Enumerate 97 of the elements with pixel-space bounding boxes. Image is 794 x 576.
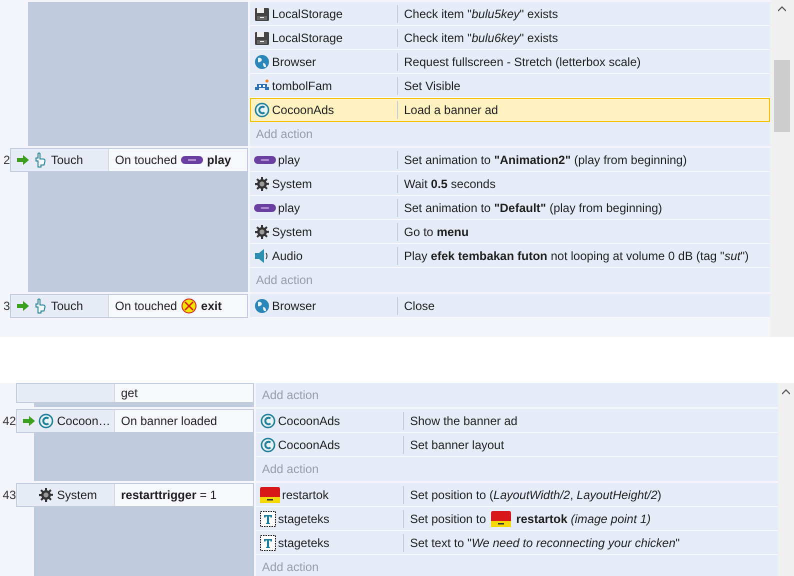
condition-row[interactable]: get: [16, 383, 254, 403]
action-text: Check item "bulu5key" exists: [404, 6, 558, 22]
action-text: Set animation to "Default" (play from beginning): [404, 200, 662, 216]
object-name: restartok: [282, 488, 329, 502]
caret-up-icon[interactable]: [778, 6, 786, 12]
action-text: Go to menu: [404, 224, 469, 240]
object-name: CocoonAds: [278, 414, 340, 428]
action-text: Close: [404, 298, 435, 314]
object-name: Touch: [51, 153, 84, 167]
gear-icon: [38, 487, 54, 503]
object-name: CocoonAds: [272, 103, 334, 117]
condition-row[interactable]: Touch On touched exit: [10, 294, 248, 318]
trigger-arrow-icon: [17, 155, 29, 165]
caret-up-icon[interactable]: [782, 389, 790, 395]
object-name: stageteks: [278, 536, 330, 550]
action-text: Check item "bulu6key" exists: [404, 30, 558, 46]
action-text: Set animation to "Animation2" (play from beginning): [404, 152, 687, 168]
condition-text: restarttrigger = 1: [121, 488, 217, 502]
c-logo-icon: [260, 437, 276, 453]
object-name: System: [272, 225, 312, 239]
object-name: LocalStorage: [272, 31, 343, 45]
line-number: 42: [2, 413, 16, 430]
text-object-icon: [260, 511, 276, 527]
action-text: Set position to: [410, 512, 486, 526]
scrollbar-thumb[interactable]: [774, 60, 790, 132]
condition-row[interactable]: System restarttrigger = 1: [16, 483, 254, 507]
action-text: Wait 0.5 seconds: [404, 176, 496, 192]
object-name: tombolFam: [272, 79, 332, 93]
action-text: Set Visible: [404, 78, 460, 94]
object-name: Touch: [51, 299, 84, 313]
scrollbar[interactable]: [770, 0, 794, 337]
cross-circle-icon: [181, 298, 198, 314]
action-row[interactable]: CocoonAds Show the banner ad: [256, 409, 778, 433]
action-row[interactable]: System Go to menu: [250, 220, 770, 244]
object-name: Browser: [272, 299, 316, 313]
trigger-arrow-icon: [17, 301, 29, 311]
storage-icon: [254, 30, 270, 46]
object-name: play: [278, 201, 300, 215]
globe-icon: [254, 54, 270, 70]
action-row[interactable]: stageteks Set text to "We need to reconnecting your chicken": [256, 531, 778, 555]
action-row[interactable]: CocoonAds Load a banner ad: [250, 98, 770, 122]
condition-row[interactable]: Touch On touched play: [10, 148, 248, 172]
action-row[interactable]: restartok Set position to (LayoutWidth/2, LayoutHeight/2): [256, 483, 778, 507]
action-text: restartok (image point 1): [516, 512, 651, 526]
text-object-icon: [260, 535, 276, 551]
c-logo-icon: [260, 413, 276, 429]
action-row[interactable]: LocalStorage Check item "bulu6key" exists: [250, 26, 770, 50]
trigger-arrow-icon: [23, 416, 35, 426]
action-text: Set text to "We need to reconnecting your chicken": [410, 536, 680, 550]
line-number: 43: [2, 487, 16, 504]
condition-row[interactable]: Cocoon… On banner loaded: [16, 409, 254, 433]
action-row[interactable]: play Set animation to "Animation2" (play from beginning): [250, 148, 770, 172]
action-row[interactable]: Browser Close: [250, 294, 770, 318]
condition-text: On banner loaded: [121, 414, 218, 428]
condition-text: On touched: [115, 153, 178, 167]
bar-icon: [254, 155, 276, 165]
action-text: Request fullscreen - Stretch (letterbox scale): [404, 54, 641, 70]
c-logo-icon: [254, 102, 270, 118]
action-row[interactable]: stageteks Set position to restartok (image point 1): [256, 507, 778, 531]
action-text: Play efek tembakan futon not looping at volume 0 dB (tag "sut"): [404, 248, 749, 264]
object-name: Cocoon…: [57, 414, 110, 428]
bar-icon: [181, 155, 204, 165]
action-row[interactable]: System Wait 0.5 seconds: [250, 172, 770, 196]
speaker-icon: [254, 248, 270, 264]
storage-icon: [254, 6, 270, 22]
sprite-icon: [491, 511, 512, 527]
object-name: CocoonAds: [278, 438, 340, 452]
action-row[interactable]: Audio Play efek tembakan futon not looping at volume 0 dB (tag "sut"): [250, 244, 770, 268]
line-number: 2: [2, 152, 10, 169]
object-name: Audio: [272, 249, 303, 263]
action-row[interactable]: LocalStorage Check item "bulu5key" exists: [250, 2, 770, 26]
action-text: Load a banner ad: [404, 102, 498, 118]
bar-icon: [254, 203, 276, 213]
action-row[interactable]: tombolFam Set Visible: [250, 74, 770, 98]
gear-icon: [254, 176, 270, 192]
object-name: play: [278, 153, 300, 167]
object-name: System: [57, 488, 98, 502]
condition-text: On touched: [115, 299, 178, 313]
gear-icon: [254, 224, 270, 240]
object-name: Browser: [272, 55, 316, 69]
globe-icon: [254, 298, 270, 314]
action-row[interactable]: Browser Request fullscreen - Stretch (letterbox scale): [250, 50, 770, 74]
parameter-name: exit: [201, 299, 222, 313]
action-row[interactable]: CocoonAds Set banner layout: [256, 433, 778, 457]
action-text: Set banner layout: [410, 438, 504, 452]
object-name: System: [272, 177, 312, 191]
line-number: 3: [2, 298, 10, 315]
scrollbar[interactable]: [778, 383, 794, 576]
parameter-name: play: [207, 153, 232, 167]
c-logo-icon: [38, 413, 54, 429]
sprite-icon: [260, 487, 280, 503]
action-text: Show the banner ad: [410, 414, 518, 428]
object-name: stageteks: [278, 512, 330, 526]
action-text: Set position to (LayoutWidth/2, LayoutHeight/2): [410, 488, 662, 502]
condition-text: get: [121, 386, 138, 400]
object-name: LocalStorage: [272, 7, 343, 21]
action-row[interactable]: play Set animation to "Default" (play from beginning): [250, 196, 770, 220]
